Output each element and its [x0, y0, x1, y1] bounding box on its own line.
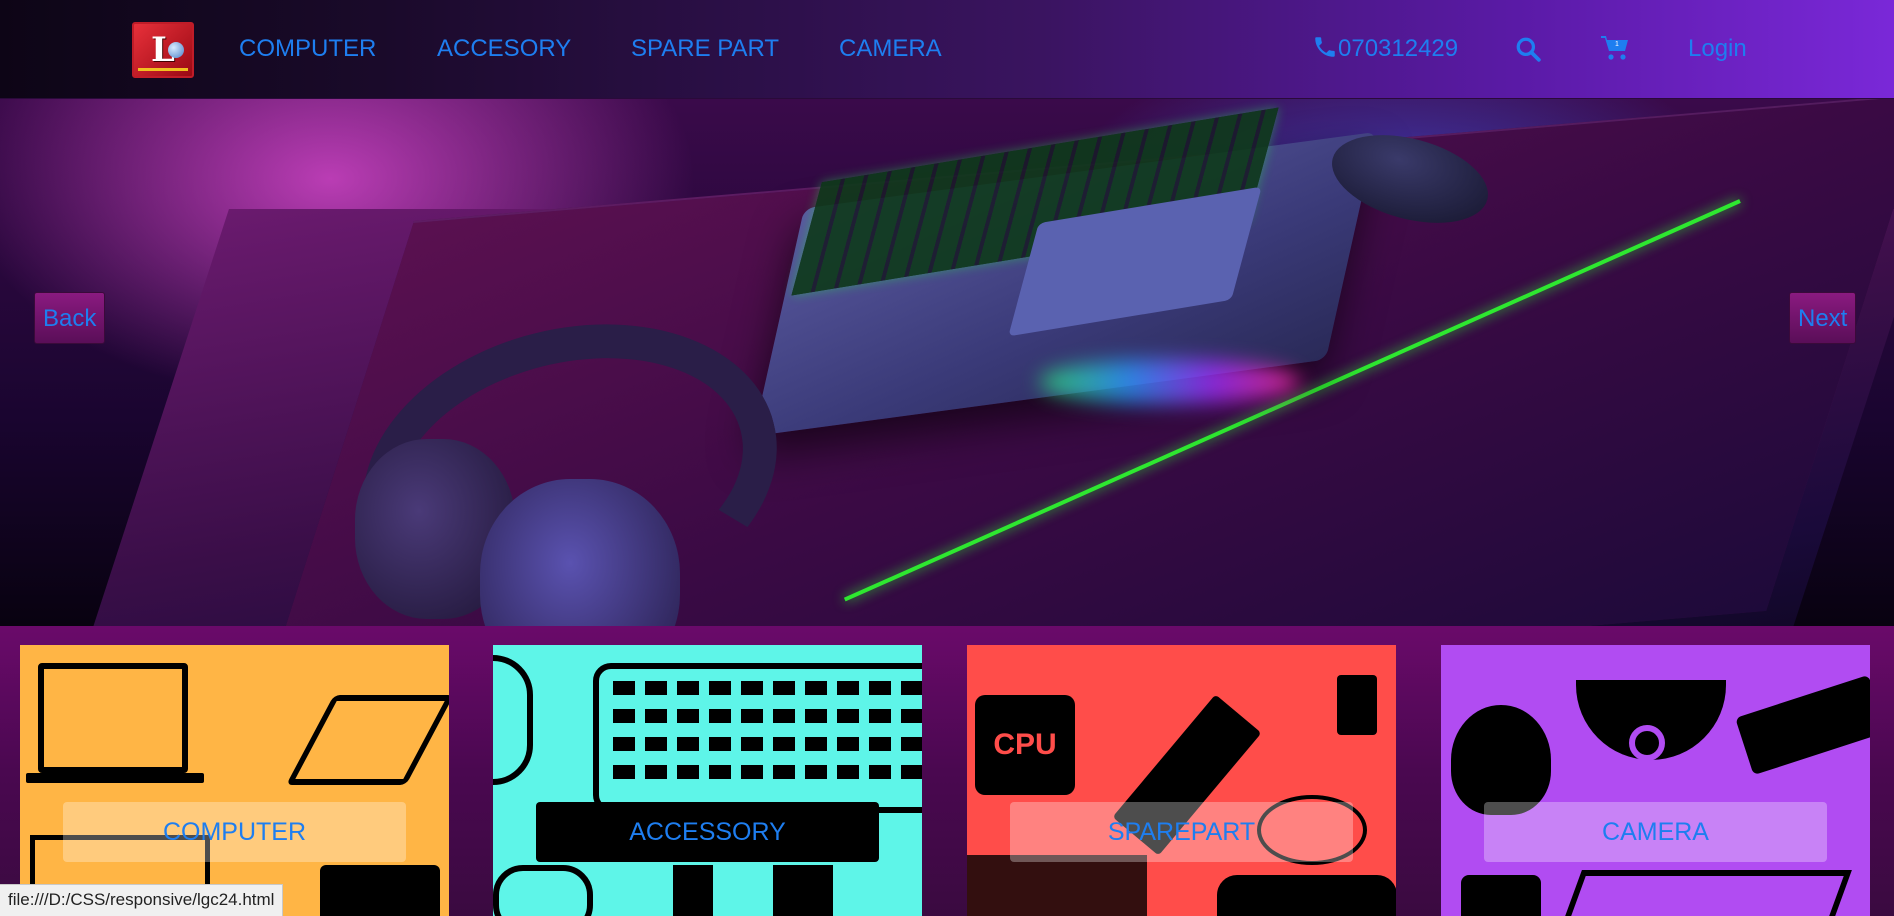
- hero-image-rgb-glow: [1040, 359, 1300, 405]
- category-card-accessory[interactable]: ACCESSORY: [493, 645, 922, 916]
- hdd-icon: [1461, 875, 1541, 916]
- motherboard-icon: [967, 855, 1147, 916]
- category-card-computer[interactable]: COMPUTER: [20, 645, 449, 916]
- charger-icon: [1337, 675, 1377, 735]
- gpu-icon: [1217, 875, 1396, 916]
- laptop-icon: [38, 663, 188, 773]
- nav-link-spare-part[interactable]: SPARE PART: [631, 35, 779, 63]
- nav-link-computer[interactable]: COMPUTER: [239, 35, 376, 63]
- category-card-sparepart[interactable]: CPU SPAREPART: [967, 645, 1396, 916]
- login-link[interactable]: Login: [1688, 35, 1747, 63]
- browser-status-url: file:///D:/CSS/responsive/lgc24.html: [0, 884, 284, 916]
- nav-link-camera[interactable]: CAMERA: [839, 35, 942, 63]
- category-label-computer: COMPUTER: [63, 802, 406, 862]
- category-label-accessory: ACCESSORY: [536, 802, 879, 862]
- search-icon[interactable]: [1515, 36, 1541, 62]
- usb-icon: [673, 865, 713, 916]
- slider-back-button[interactable]: Back: [34, 292, 106, 344]
- mouse-icon: [493, 655, 533, 785]
- dome-camera-icon: [1451, 705, 1551, 815]
- category-card-camera[interactable]: CAMERA: [1441, 645, 1870, 916]
- globe-icon: [168, 42, 184, 58]
- phone-number[interactable]: 070312429: [1338, 35, 1458, 63]
- cart-icon[interactable]: 1: [1600, 34, 1630, 62]
- hero-slider: Back Next: [0, 99, 1894, 626]
- cart-count: 1: [1615, 41, 1619, 48]
- dvr-icon: [1560, 870, 1852, 916]
- scanner-icon: [286, 695, 449, 785]
- slider-next-button[interactable]: Next: [1789, 292, 1857, 344]
- plug-icon: [773, 865, 833, 916]
- site-logo[interactable]: L: [132, 22, 194, 78]
- category-label-sparepart: SPAREPART: [1010, 802, 1353, 862]
- top-navbar: L COMPUTER ACCESORY SPARE PART CAMERA 07…: [0, 0, 1894, 99]
- bullet-camera-icon: [1735, 674, 1870, 776]
- phone-icon: [1315, 37, 1335, 57]
- gamepad-icon: [493, 865, 593, 916]
- printer-icon: [320, 865, 440, 916]
- category-label-camera: CAMERA: [1484, 802, 1827, 862]
- nav-link-accesory[interactable]: ACCESORY: [437, 35, 571, 63]
